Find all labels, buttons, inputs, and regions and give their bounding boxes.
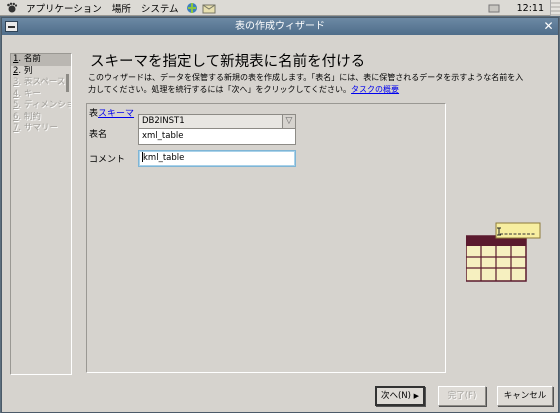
description-text: 力してください。処理を続行するには「次へ」をクリックしてください。 [88, 85, 352, 94]
description-line-2: 力してください。処理を続行するには「次へ」をクリックしてください。タスクの概要 [88, 84, 550, 96]
step-label: サマリー [23, 123, 58, 133]
window-titlebar[interactable]: 表の作成ウィザード ✕ [2, 18, 558, 35]
email-client-icon[interactable] [202, 2, 216, 14]
wizard-content: スキーマを指定して新規表に名前を付ける このウィザードは、データを保管する新規の… [76, 53, 552, 375]
next-button[interactable]: 次へ(N) ▶ [375, 386, 425, 406]
step-label: ディメンション [23, 100, 71, 110]
comment-value: kml_table [143, 153, 185, 163]
window-title: 表の作成ウィザード [235, 21, 325, 32]
step-item-constraints: 6. 制約 [11, 112, 71, 124]
schema-label: 表スキーマ [89, 106, 134, 119]
notification-icon[interactable] [487, 3, 501, 13]
web-browser-icon[interactable] [186, 2, 200, 14]
step-item-summary: 7. サマリー [11, 123, 71, 135]
places-menu[interactable]: 場所 [107, 1, 136, 15]
applications-menu[interactable]: アプリケーション [21, 1, 107, 15]
cancel-button[interactable]: キャンセル [497, 386, 553, 406]
step-item-keys: 4. キー [11, 89, 71, 101]
table-name-input[interactable]: xml_table [138, 128, 296, 145]
description-line-1: このウィザードは、データを保管する新規の表を作成します。「表名」には、表に保管さ… [88, 73, 524, 82]
window-menu-button[interactable] [5, 21, 18, 32]
step-item-tablespace: 3. 表スペース [11, 77, 71, 89]
step-label: 名前 [23, 54, 41, 64]
panel-handle[interactable] [550, 0, 560, 16]
button-bar: 次へ(N) ▶ 完了(F) キャンセル [2, 380, 558, 412]
finish-button: 完了(F) [438, 386, 486, 406]
schema-value: DB2INST1 [142, 116, 185, 126]
cancel-button-label: キャンセル [503, 391, 547, 401]
clock[interactable]: 12:11 [511, 3, 550, 14]
system-tray: 12:11 [487, 0, 560, 16]
schema-label-prefix: 表 [89, 109, 99, 119]
step-label: 列 [23, 65, 33, 76]
comment-input[interactable]: kml_table [138, 150, 296, 167]
top-panel: アプリケーション 場所 システム 12:11 [0, 0, 560, 16]
create-table-wizard-window: 表の作成ウィザード ✕ 1. 名前 2. 列 3. 表スペース 4. キー 5.… [1, 17, 559, 413]
schema-link[interactable]: スキーマ [98, 109, 134, 119]
step-item-dimensions: 5. ディメンション [11, 100, 71, 112]
page-title: スキーマを指定して新規表に名前を付ける [90, 54, 366, 70]
table-name-label: 表名 [89, 130, 108, 140]
step-label: キー [23, 88, 41, 99]
step-item-name[interactable]: 1. 名前 [11, 54, 71, 66]
comment-label: コメント [89, 155, 126, 165]
arrow-right-icon: ▶ [413, 392, 420, 400]
schema-combo[interactable]: DB2INST1 ▽ [138, 114, 296, 129]
step-label: 表スペース [23, 77, 66, 87]
chevron-down-icon[interactable]: ▽ [282, 115, 295, 128]
page-description: このウィザードは、データを保管する新規の表を作成します。「表名」には、表に保管さ… [88, 72, 550, 96]
step-label: 制約 [23, 111, 41, 122]
wizard-step-list: 1. 名前 2. 列 3. 表スペース 4. キー 5. ディメンション 6. … [10, 53, 72, 375]
task-overview-link[interactable]: タスクの概要 [351, 85, 399, 94]
table-name-value: xml_table [142, 131, 184, 141]
step-item-columns[interactable]: 2. 列 [11, 66, 71, 78]
gnome-foot-icon[interactable] [6, 2, 18, 14]
next-button-label: 次へ(N) [380, 391, 411, 401]
step-list-scrollbar[interactable] [66, 74, 69, 92]
finish-button-label: 完了(F) [447, 391, 477, 401]
form-area: 表スキーマ DB2INST1 ▽ 表名 xml_table コメント kml_t… [86, 103, 446, 373]
table-illustration-icon [465, 220, 542, 284]
close-icon[interactable]: ✕ [542, 20, 555, 33]
system-menu[interactable]: システム [136, 1, 184, 15]
